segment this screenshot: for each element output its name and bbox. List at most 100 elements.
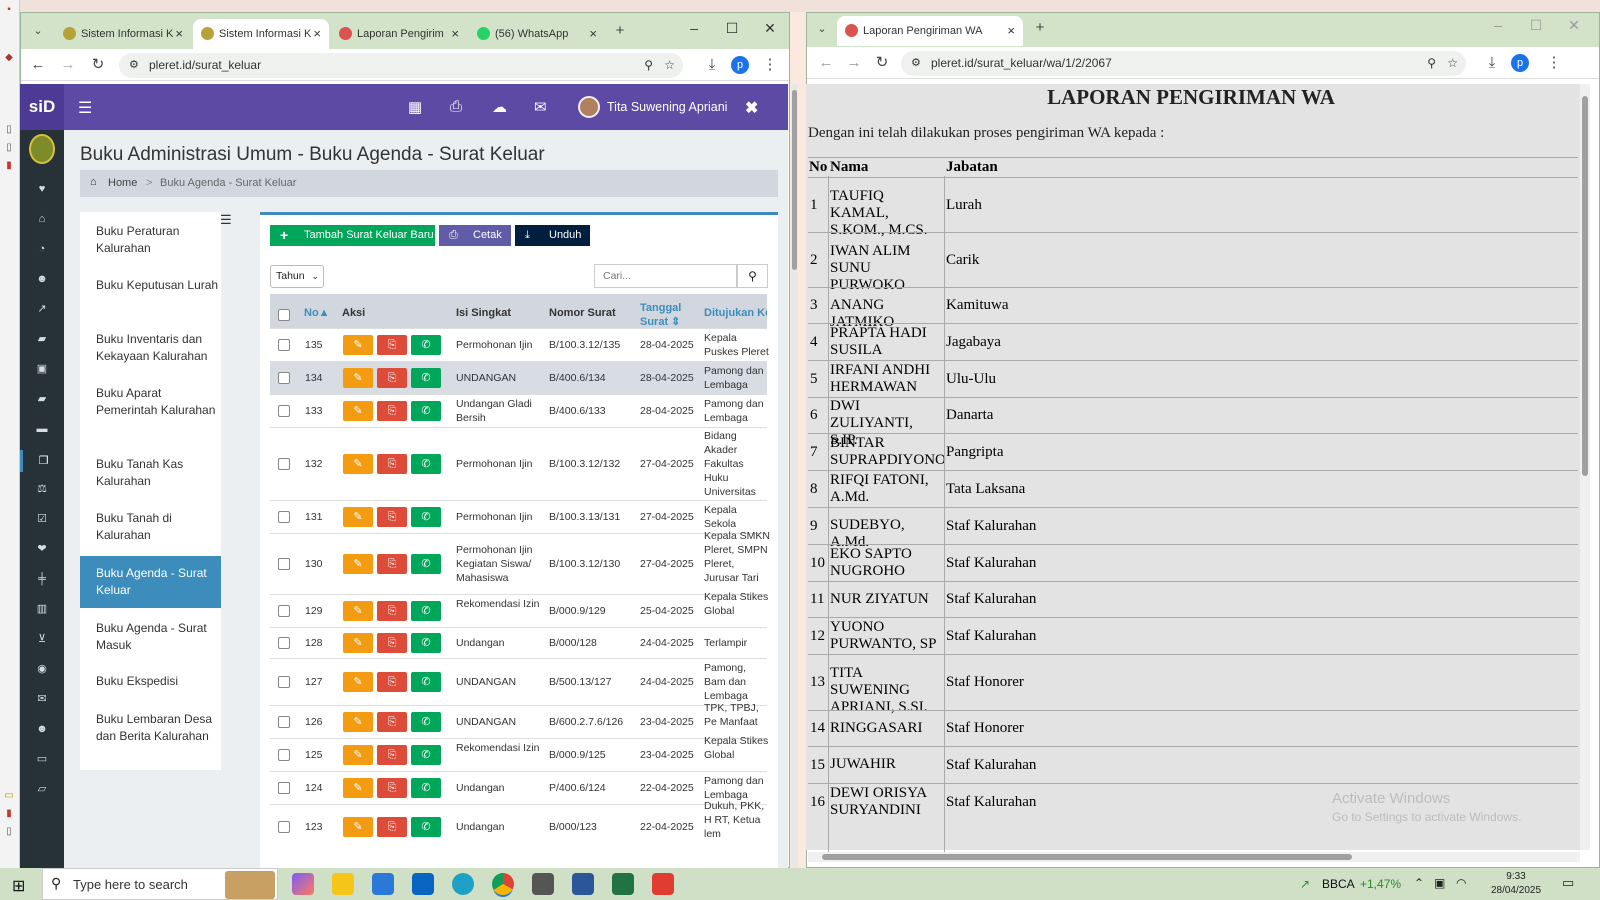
close-window-icon[interactable]: ✕ — [759, 20, 781, 37]
bookmark-star-icon[interactable]: ☆ — [664, 53, 675, 78]
archive-icon[interactable]: ▬ — [34, 422, 50, 436]
close-sidebar-icon[interactable]: ✖ — [745, 98, 758, 118]
new-tab-icon[interactable]: + — [1029, 17, 1051, 39]
pdf-button[interactable]: ⎘ — [377, 632, 407, 653]
edit-button[interactable]: ✎ — [343, 711, 373, 732]
row-checkbox[interactable] — [278, 557, 290, 570]
tab-search-icon[interactable]: ⌄ — [811, 18, 833, 40]
pdf-button[interactable]: ⎘ — [377, 777, 407, 798]
close-tab-icon[interactable]: × — [1007, 16, 1015, 46]
tab-sid-1[interactable]: Sistem Informasi K × — [55, 19, 191, 49]
edit-button[interactable]: ✎ — [343, 400, 373, 421]
whatsapp-button[interactable]: ✆ — [411, 453, 441, 474]
calendar-icon[interactable]: ▦ — [408, 98, 422, 116]
pdf-button[interactable]: ⎘ — [377, 600, 407, 621]
edit-button[interactable]: ✎ — [343, 632, 373, 653]
balance-icon[interactable]: ⚖ — [34, 482, 50, 496]
user-avatar[interactable] — [578, 96, 600, 118]
row-checkbox[interactable] — [278, 404, 290, 417]
profile-avatar[interactable]: p — [1511, 54, 1529, 72]
profile-avatar[interactable]: p — [731, 56, 749, 74]
back-icon[interactable]: ← — [815, 52, 837, 74]
desktop-pdf-icon[interactable]: ▮ — [3, 808, 15, 820]
whatsapp-button[interactable]: ✆ — [411, 744, 441, 765]
whatsapp-button[interactable]: ✆ — [411, 632, 441, 653]
mail-icon[interactable]: ✉ — [534, 98, 547, 116]
edit-button[interactable]: ✎ — [343, 744, 373, 765]
search-input[interactable] — [594, 264, 737, 288]
print-icon[interactable]: ⎙ — [450, 98, 462, 115]
row-checkbox[interactable] — [278, 338, 290, 351]
pdf-reader-icon[interactable] — [652, 873, 674, 895]
menu-item-ekspedisi[interactable]: Buku Ekspedisi — [80, 673, 221, 690]
chrome-icon[interactable] — [492, 873, 514, 895]
reload-icon[interactable]: ↻ — [871, 52, 893, 74]
search-button[interactable]: ⚲ — [737, 264, 768, 288]
close-tab-icon[interactable]: × — [589, 19, 597, 49]
edit-button[interactable]: ✎ — [343, 817, 373, 837]
scrollbar-thumb[interactable] — [792, 90, 797, 270]
scrollbar-thumb[interactable] — [1582, 96, 1588, 476]
desktop-doc-icon[interactable]: ▯ — [3, 142, 15, 154]
desktop-file-icon[interactable]: ▪ — [3, 4, 15, 16]
tab-whatsapp[interactable]: (56) WhatsApp × — [469, 19, 605, 49]
word-icon[interactable] — [572, 873, 594, 895]
row-checkbox[interactable] — [278, 636, 290, 649]
windows-start-icon[interactable]: ⊞ — [12, 876, 25, 896]
excel-icon[interactable] — [612, 873, 634, 895]
row-checkbox[interactable] — [278, 675, 290, 688]
tab-laporan-wa[interactable]: Laporan Pengiriman WA × — [837, 16, 1023, 46]
new-tab-icon[interactable]: + — [609, 20, 631, 42]
pdf-button[interactable]: ⎘ — [377, 711, 407, 732]
menu-list-icon[interactable]: ☰ — [220, 212, 232, 228]
pdf-button[interactable]: ⎘ — [377, 671, 407, 692]
url-field[interactable]: ⚙ pleret.id/surat_keluar/wa/1/2/2067 ⚲ ☆ — [901, 51, 1466, 76]
chart-icon[interactable]: ↗ — [34, 302, 50, 316]
menu-item-peraturan[interactable]: Buku Peraturan Kalurahan — [80, 223, 221, 257]
add-letter-button[interactable]: + Tambah Surat Keluar Baru — [270, 225, 435, 246]
menu-item-tanah[interactable]: Buku Tanah di Kalurahan — [80, 510, 221, 544]
taskbar-search-box[interactable]: ⚲ Type here to search — [42, 868, 278, 900]
tab-laporan[interactable]: Laporan Pengirim × — [331, 19, 467, 49]
clock-time[interactable]: 9:33 — [1486, 871, 1546, 882]
col-isi[interactable]: Isi Singkat — [456, 307, 511, 319]
check-square-icon[interactable]: ☑ — [34, 512, 50, 526]
wifi-icon[interactable]: ◠ — [1456, 876, 1466, 890]
browser-menu-icon[interactable]: ⋮ — [1543, 52, 1565, 74]
year-select[interactable]: Tahun ⌄ — [270, 265, 324, 288]
dashboard-icon[interactable]: ◔ — [34, 242, 50, 256]
zoom-icon[interactable]: ⚲ — [1427, 51, 1436, 76]
row-checkbox[interactable] — [278, 781, 290, 794]
clock-date[interactable]: 28/04/2025 — [1486, 885, 1546, 896]
desktop-pdf-icon[interactable]: ▮ — [3, 160, 15, 172]
cart-icon[interactable]: ⊻ — [34, 632, 50, 646]
pdf-button[interactable]: ⎘ — [377, 400, 407, 421]
whatsapp-button[interactable]: ✆ — [411, 400, 441, 421]
desktop-icon[interactable]: ▭ — [34, 752, 50, 766]
download-icon[interactable]: ⤓ — [1481, 52, 1503, 74]
whatsapp-button[interactable]: ✆ — [411, 600, 441, 621]
scrollbar-thumb[interactable] — [822, 854, 1352, 860]
hamburger-icon[interactable]: ☰ — [78, 98, 92, 118]
row-checkbox[interactable] — [278, 371, 290, 384]
calendar-check-icon[interactable]: ▣ — [34, 362, 50, 376]
home-icon[interactable]: ⌂ — [34, 212, 50, 226]
download-icon[interactable]: ⤓ — [701, 54, 723, 76]
menu-item-lembaran[interactable]: Buku Lembaran Desa dan Berita Kalurahan — [80, 711, 221, 745]
user-name[interactable]: Tita Suwening Apriani — [607, 100, 727, 114]
row-checkbox[interactable] — [278, 604, 290, 617]
users-icon[interactable]: ☻ — [34, 272, 50, 286]
forward-icon[interactable]: → — [843, 52, 865, 74]
tray-chevron-icon[interactable]: ⌃ — [1414, 876, 1424, 890]
maximize-icon[interactable]: ☐ — [721, 20, 743, 37]
close-tab-icon[interactable]: × — [175, 19, 183, 49]
copilot-icon[interactable] — [292, 873, 314, 895]
col-nomor[interactable]: Nomor Surat — [549, 307, 616, 319]
whatsapp-button[interactable]: ✆ — [411, 671, 441, 692]
desktop-chat-icon[interactable]: ▭ — [3, 790, 15, 802]
print-button[interactable]: ⎙ Cetak — [439, 225, 511, 246]
minimize-icon[interactable]: – — [1487, 17, 1509, 33]
app-logo[interactable]: siD — [20, 84, 64, 130]
pdf-button[interactable]: ⎘ — [377, 817, 407, 837]
report-v-scrollbar[interactable] — [1580, 84, 1590, 850]
